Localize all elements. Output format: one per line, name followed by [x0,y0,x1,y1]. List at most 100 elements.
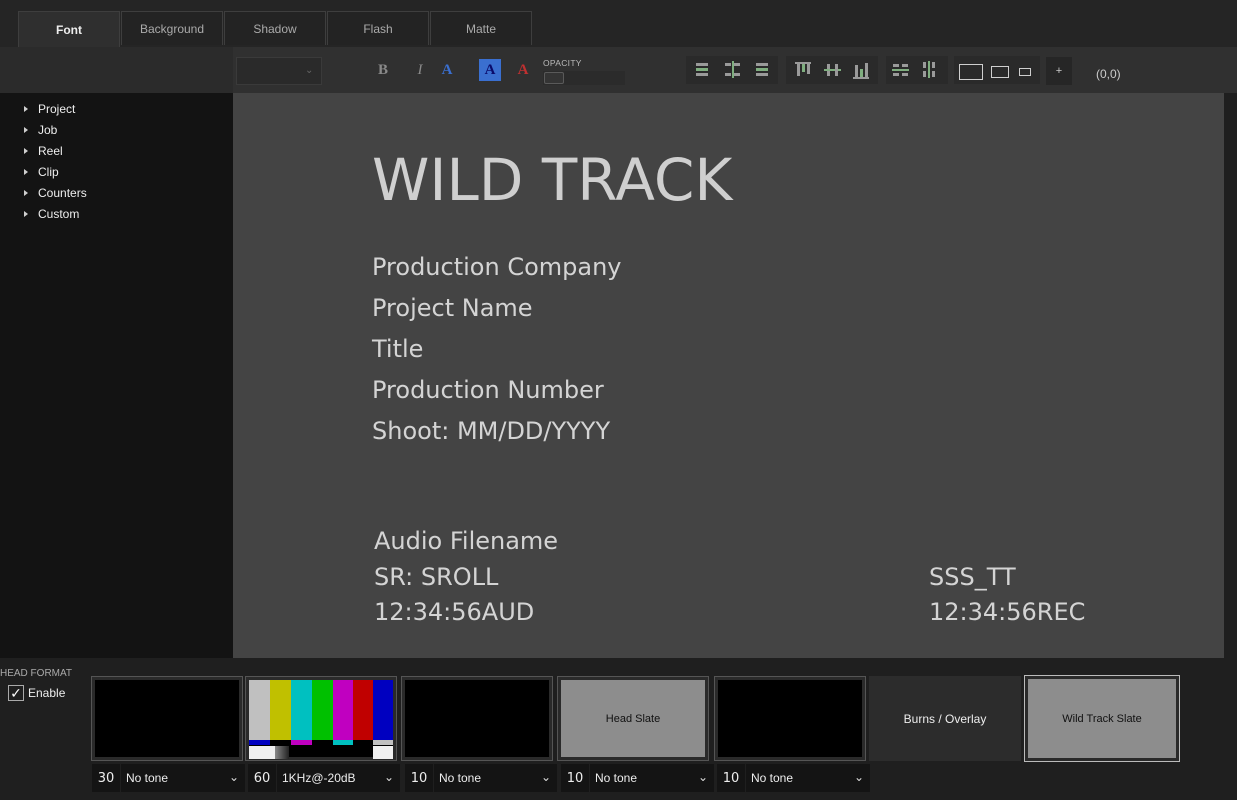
tone-select-value: No tone [439,771,482,785]
tone-select-1[interactable]: No tone ⌄ [121,764,245,792]
slate-audio-filename[interactable]: Audio Filename [374,527,558,555]
chevron-down-icon: ⌄ [540,770,551,784]
chevron-down-icon: ⌄ [228,770,239,784]
tone-select-value: No tone [126,771,169,785]
bold-button[interactable]: B [373,59,393,81]
color-bars-image [249,680,393,759]
expand-arrow-icon [24,189,28,196]
head-slate-label: Head Slate [561,680,705,757]
align-bottom-icon[interactable] [852,61,870,79]
italic-button[interactable]: I [410,59,430,81]
tree-item-label: Custom [38,206,80,221]
head-format-label: HEAD FORMAT [0,668,73,679]
segment-thumbnail-1[interactable] [91,676,243,761]
text-highlight-button[interactable]: A [479,59,501,81]
align-center-v-icon[interactable] [824,61,842,79]
tree-item-label: Counters [38,185,87,200]
slate-scene-take[interactable]: SSS_TT [929,563,1016,591]
tab-matte[interactable]: Matte [430,11,532,45]
add-button[interactable]: + [1046,57,1072,85]
segment-thumbnail-3[interactable] [401,676,553,761]
tree-item-label: Reel [38,143,63,158]
tone-select-3[interactable]: No tone ⌄ [434,764,557,792]
duration-field-3[interactable]: 10 [405,764,433,792]
chevron-down-icon: ⌄ [697,770,708,784]
chevron-down-icon: ⌄ [383,770,394,784]
duration-field-2[interactable]: 60 [248,764,276,792]
slate-production-number[interactable]: Production Number [372,376,604,404]
expand-arrow-icon [24,147,28,154]
opacity-slider[interactable] [543,71,625,85]
tree-item-counters[interactable]: Counters [24,182,87,203]
tree-item-clip[interactable]: Clip [24,161,59,182]
tone-select-value: No tone [751,771,794,785]
tree-item-label: Project [38,101,76,116]
slate-title-field[interactable]: Title [372,335,423,363]
segment-thumbnail-head-slate[interactable]: Head Slate [557,676,709,761]
tree-item-reel[interactable]: Reel [24,140,63,161]
tab-flash[interactable]: Flash [327,11,429,45]
text-outline-button[interactable]: A [512,59,534,81]
align-right-icon[interactable] [754,61,772,79]
wild-track-slate-label: Wild Track Slate [1028,679,1176,758]
slate-project-name[interactable]: Project Name [372,294,533,322]
tone-select-value: No tone [595,771,638,785]
tree-item-job[interactable]: Job [24,119,57,140]
field-tree: Project Job Reel Clip Counters Custom [0,93,233,658]
duration-field-5[interactable]: 10 [717,764,745,792]
black-frame [405,680,549,757]
box-small-icon[interactable] [1019,68,1031,76]
duration-field-4[interactable]: 10 [561,764,589,792]
text-color-button[interactable]: A [436,59,458,81]
align-left-icon[interactable] [694,61,712,79]
tab-background[interactable]: Background [121,11,223,45]
enable-row[interactable]: ✓ Enable [8,685,65,701]
chevron-down-icon: ⌄ [853,770,864,784]
segment-thumbnail-5[interactable] [714,676,866,761]
align-center-h-icon[interactable] [724,61,742,79]
tree-item-label: Job [38,122,58,137]
tree-item-project[interactable]: Project [24,98,75,119]
opacity-label: OPACITY [543,58,582,68]
segment-thumbnail-wild-track-slate[interactable]: Wild Track Slate [1024,675,1180,762]
tab-shadow[interactable]: Shadow [224,11,326,45]
burns-overlay-label: Burns / Overlay [873,680,1017,757]
align-top-icon[interactable] [794,61,812,79]
slate-production-company[interactable]: Production Company [372,253,622,281]
slate-shoot-date[interactable]: Shoot: MM/DD/YYYY [372,417,610,445]
tone-select-value: 1KHz@-20dB [282,771,356,785]
tab-bar: Font Background Shadow Flash Matte [0,0,1237,47]
toolbar-spacer [0,47,233,93]
enable-checkbox[interactable]: ✓ [8,685,24,701]
tree-item-label: Clip [38,164,59,179]
black-frame [95,680,239,757]
segment-thumbnail-burns-overlay[interactable]: Burns / Overlay [869,676,1021,761]
distribute-v-icon[interactable] [920,61,938,79]
box-large-icon[interactable] [959,64,983,80]
box-medium-icon[interactable] [991,66,1009,78]
black-frame [718,680,862,757]
slate-sound-roll[interactable]: SR: SROLL [374,563,498,591]
expand-arrow-icon [24,168,28,175]
canvas-gutter [1224,93,1237,658]
tree-item-custom[interactable]: Custom [24,203,79,224]
slate-title[interactable]: WILD TRACK [372,146,732,214]
tone-select-5[interactable]: No tone ⌄ [746,764,870,792]
tone-select-4[interactable]: No tone ⌄ [590,764,714,792]
font-select[interactable]: ⌄ [236,57,322,85]
expand-arrow-icon [24,210,28,217]
slate-audio-timecode[interactable]: 12:34:56AUD [374,598,534,626]
enable-label: Enable [28,686,66,700]
segment-thumbnail-2[interactable] [245,676,397,761]
expand-arrow-icon [24,105,28,112]
distribute-h-icon[interactable] [892,61,910,79]
expand-arrow-icon [24,126,28,133]
slate-record-timecode[interactable]: 12:34:56REC [929,598,1085,626]
tone-select-2[interactable]: 1KHz@-20dB ⌄ [277,764,400,792]
opacity-slider-handle[interactable] [544,72,564,84]
duration-field-1[interactable]: 30 [92,764,120,792]
slate-canvas[interactable]: WILD TRACK Production Company Project Na… [233,93,1224,658]
coordinates-readout: (0,0) [1096,67,1121,81]
tab-font[interactable]: Font [18,11,120,47]
chevron-down-icon: ⌄ [305,65,314,76]
